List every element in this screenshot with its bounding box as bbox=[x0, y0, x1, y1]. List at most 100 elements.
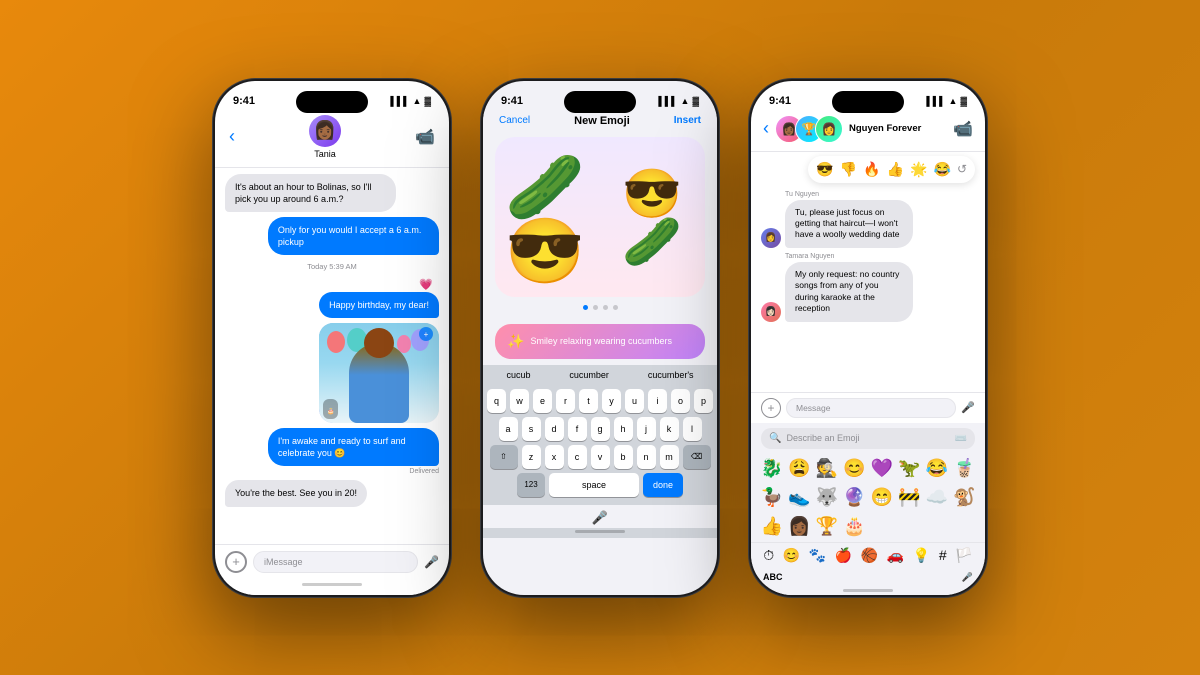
key-x[interactable]: x bbox=[545, 445, 564, 469]
emoji-item[interactable]: 🐉 bbox=[759, 455, 785, 482]
key-v[interactable]: v bbox=[591, 445, 610, 469]
key-l[interactable]: l bbox=[683, 417, 702, 441]
key-z[interactable]: z bbox=[522, 445, 541, 469]
keyboard-suggestions: cucub cucumber cucumber's bbox=[483, 365, 717, 385]
cancel-button[interactable]: Cancel bbox=[499, 115, 530, 126]
emoji-item[interactable]: 😁 bbox=[869, 484, 895, 511]
space-key[interactable]: space bbox=[549, 473, 639, 497]
group-add-button[interactable]: + bbox=[761, 398, 781, 418]
tapback-1[interactable]: 😎 bbox=[816, 161, 833, 178]
key-q[interactable]: q bbox=[487, 389, 506, 413]
key-k[interactable]: k bbox=[660, 417, 679, 441]
emoji-cat-9[interactable]: 🏳️ bbox=[955, 547, 972, 564]
dot-1[interactable] bbox=[583, 305, 588, 310]
tapback-6[interactable]: 😂 bbox=[934, 161, 951, 178]
emoji-cat-3[interactable]: 🐾 bbox=[809, 547, 826, 564]
home-indicator-2 bbox=[483, 528, 717, 538]
mic-emoji[interactable]: 🎤 bbox=[962, 572, 973, 583]
key-r[interactable]: r bbox=[556, 389, 575, 413]
emoji-cat-2[interactable]: 😊 bbox=[783, 547, 800, 564]
emoji-item[interactable]: 🧋 bbox=[952, 455, 978, 482]
emoji-item[interactable]: 🚧 bbox=[897, 484, 923, 511]
emoji-keyboard-area: 🔍 Describe an Emoji ⌨️ 🐉 😩 🕵️ 😊 💜 🦖 😂 🧋 … bbox=[751, 423, 985, 587]
key-n[interactable]: n bbox=[637, 445, 656, 469]
emoji-item[interactable]: 👩🏾 bbox=[787, 513, 813, 540]
emoji-item[interactable]: 👟 bbox=[787, 484, 813, 511]
emoji-search-bar[interactable]: 🔍 Describe an Emoji ⌨️ bbox=[761, 428, 975, 449]
abc-label[interactable]: ABC bbox=[763, 572, 783, 582]
numbers-key[interactable]: 123 bbox=[517, 473, 545, 497]
key-g[interactable]: g bbox=[591, 417, 610, 441]
emoji-item[interactable]: ☁️ bbox=[924, 484, 950, 511]
emoji-item[interactable]: 🐒 bbox=[952, 484, 978, 511]
emoji-item[interactable]: 😩 bbox=[787, 455, 813, 482]
emoji-item[interactable]: 💜 bbox=[869, 455, 895, 482]
tapback-2[interactable]: 👎 bbox=[840, 161, 857, 178]
dot-4[interactable] bbox=[613, 305, 618, 310]
video-call-button[interactable]: 📹 bbox=[415, 127, 435, 147]
emoji-item[interactable]: 🦆 bbox=[759, 484, 785, 511]
key-w[interactable]: w bbox=[510, 389, 529, 413]
dot-2[interactable] bbox=[593, 305, 598, 310]
suggestion-3[interactable]: cucumber's bbox=[648, 370, 694, 380]
tapback-4[interactable]: 👍 bbox=[887, 161, 904, 178]
add-attachment-button[interactable]: + bbox=[225, 551, 247, 573]
shift-key[interactable]: ⇧ bbox=[490, 445, 518, 469]
key-c[interactable]: c bbox=[568, 445, 587, 469]
back-button-3[interactable]: ‹ bbox=[763, 118, 769, 139]
emoji-keyboard-icon[interactable]: ⌨️ bbox=[955, 433, 967, 444]
key-b[interactable]: b bbox=[614, 445, 633, 469]
emoji-item[interactable]: 😊 bbox=[842, 455, 868, 482]
key-f[interactable]: f bbox=[568, 417, 587, 441]
tapback-3[interactable]: 🔥 bbox=[863, 161, 880, 178]
emoji-item[interactable]: 🔮 bbox=[842, 484, 868, 511]
emoji-item[interactable]: 🎂 bbox=[842, 513, 868, 540]
suggestion-2[interactable]: cucumber bbox=[569, 370, 609, 380]
tapback-heart: 💗 bbox=[419, 278, 433, 291]
insert-button[interactable]: Insert bbox=[674, 115, 701, 126]
battery-icon-3: ▓ bbox=[960, 96, 967, 106]
key-y[interactable]: y bbox=[602, 389, 621, 413]
group-video-button[interactable]: 📹 bbox=[953, 119, 973, 139]
emoji-item[interactable]: 🐺 bbox=[814, 484, 840, 511]
dot-3[interactable] bbox=[603, 305, 608, 310]
emoji-cat-4[interactable]: 🍎 bbox=[835, 547, 852, 564]
tapback-5[interactable]: 🌟 bbox=[910, 161, 927, 178]
emoji-item[interactable]: 👍 bbox=[759, 513, 785, 540]
emoji-cat-7[interactable]: 💡 bbox=[913, 547, 930, 564]
emoji-item[interactable]: 🏆 bbox=[814, 513, 840, 540]
key-p[interactable]: p bbox=[694, 389, 713, 413]
back-button-1[interactable]: ‹ bbox=[229, 126, 235, 147]
group-message-input[interactable]: Message bbox=[786, 398, 956, 418]
group-mic-button[interactable]: 🎤 bbox=[961, 401, 975, 414]
key-u[interactable]: u bbox=[625, 389, 644, 413]
delete-key[interactable]: ⌫ bbox=[683, 445, 711, 469]
emoji-cat-5[interactable]: 🏀 bbox=[861, 547, 878, 564]
key-h[interactable]: h bbox=[614, 417, 633, 441]
contact-info[interactable]: 👩🏾 Tania bbox=[309, 115, 341, 159]
emoji-item[interactable]: 😂 bbox=[924, 455, 950, 482]
key-e[interactable]: e bbox=[533, 389, 552, 413]
mic-button[interactable]: 🎤 bbox=[424, 555, 439, 569]
suggestion-1[interactable]: cucub bbox=[506, 370, 530, 380]
emoji-cat-8[interactable]: # bbox=[939, 547, 947, 564]
key-t[interactable]: t bbox=[579, 389, 598, 413]
key-d[interactable]: d bbox=[545, 417, 564, 441]
key-j[interactable]: j bbox=[637, 417, 656, 441]
key-o[interactable]: o bbox=[671, 389, 690, 413]
emoji-display-area: 🥒😎 😎🥒 bbox=[495, 137, 705, 297]
home-indicator-1 bbox=[215, 579, 449, 595]
emoji-item[interactable]: 🕵️ bbox=[814, 455, 840, 482]
message-input[interactable]: iMessage bbox=[253, 551, 418, 573]
mic-bottom[interactable]: 🎤 bbox=[483, 505, 717, 528]
done-key[interactable]: done bbox=[643, 473, 683, 497]
tapback-more[interactable]: ↺ bbox=[957, 162, 967, 176]
emoji-cat-6[interactable]: 🚗 bbox=[887, 547, 904, 564]
emoji-item[interactable]: 🦖 bbox=[897, 455, 923, 482]
key-i[interactable]: i bbox=[648, 389, 667, 413]
battery-icon: ▓ bbox=[424, 96, 431, 106]
key-m[interactable]: m bbox=[660, 445, 679, 469]
key-a[interactable]: a bbox=[499, 417, 518, 441]
emoji-cat-1[interactable]: ⏱ bbox=[763, 547, 774, 564]
key-s[interactable]: s bbox=[522, 417, 541, 441]
